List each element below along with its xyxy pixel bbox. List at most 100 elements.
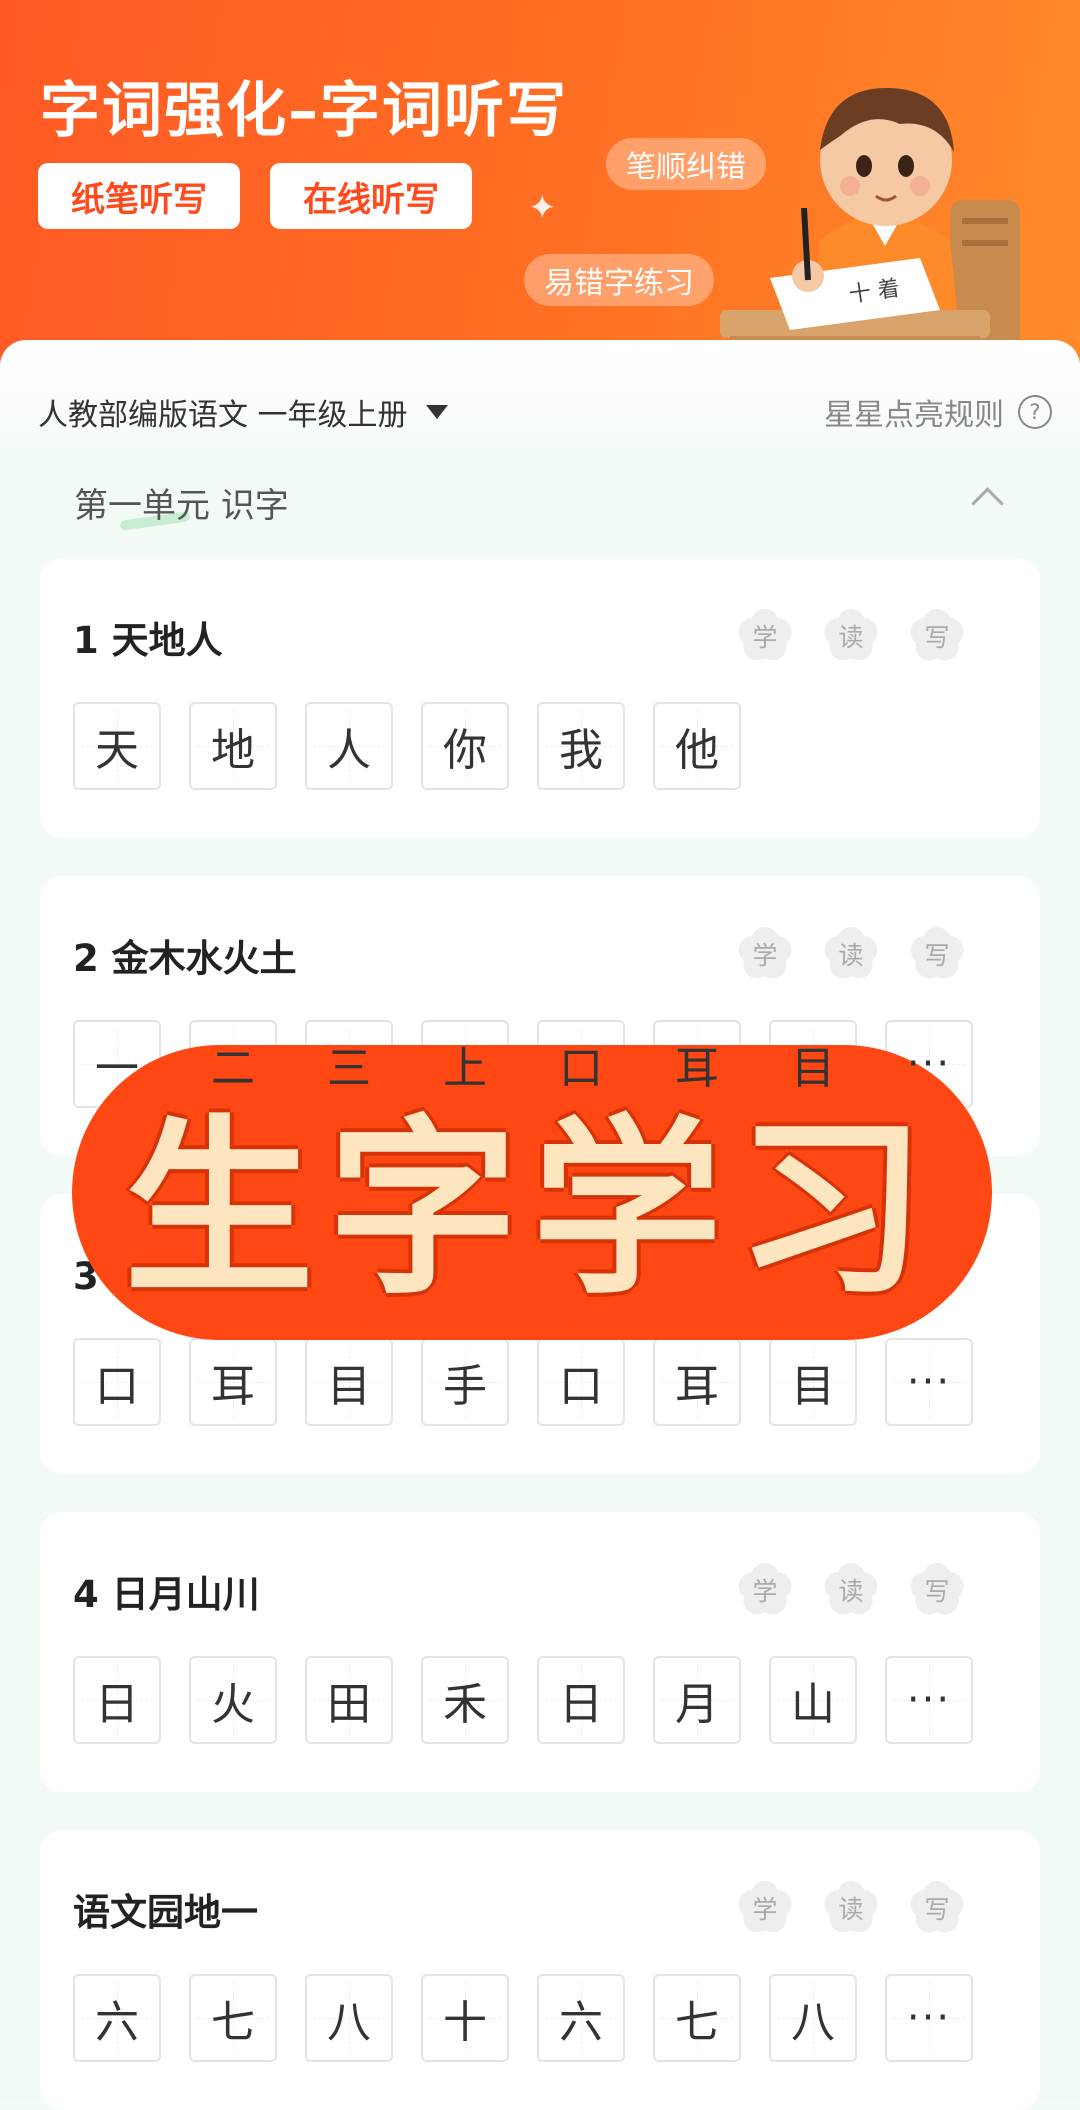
read-badge[interactable]: 读 [823, 1880, 879, 1936]
learn-badge[interactable]: 学 [737, 926, 793, 982]
char-tile[interactable]: 目 [305, 1338, 393, 1426]
write-badge[interactable]: 写 [909, 1880, 965, 1936]
char-tile[interactable]: 天 [73, 702, 161, 790]
char-tile[interactable]: 月 [653, 1656, 741, 1744]
char-tile[interactable]: 田 [305, 1656, 393, 1744]
badge-label: 读 [838, 1577, 864, 1606]
char-glyph: 七 [211, 1997, 255, 2048]
textbook-label: 人教部编版语文 一年级上册 [38, 398, 408, 433]
char-tile[interactable]: 八 [769, 1974, 857, 2062]
banner: 字词强化–字词听写 纸笔听写 在线听写 笔顺纠错 易错字练习 ✦ 十 着 [0, 0, 1080, 380]
char-list: 日 火 田 禾 日 月 山 ··· [73, 1656, 1001, 1744]
online-dictation-button[interactable]: 在线听写 [270, 163, 472, 229]
read-badge[interactable]: 读 [823, 926, 879, 982]
char-tile[interactable]: 耳 [653, 1338, 741, 1426]
char-tile[interactable]: 手 [421, 1338, 509, 1426]
char-tile[interactable]: 六 [73, 1974, 161, 2062]
help-icon: ? [1018, 395, 1052, 429]
char-glyph: 手 [443, 1361, 487, 1412]
write-badge[interactable]: 写 [909, 1562, 965, 1618]
char-glyph: 二 [211, 1043, 255, 1094]
char-glyph: 他 [675, 725, 719, 776]
lesson-card[interactable]: 语文园地一 学 读 写 六 七 八 十 六 七 八 ··· [40, 1830, 1040, 2110]
char-glyph: 我 [559, 725, 603, 776]
overlay-title: 生字学习 [123, 1097, 940, 1320]
char-tile[interactable]: 日 [537, 1656, 625, 1744]
char-glyph: 火 [211, 1679, 255, 1730]
more-chars-button[interactable]: ··· [885, 1338, 973, 1426]
badge-label: 写 [924, 941, 950, 970]
char-tile[interactable]: 口 [537, 1338, 625, 1426]
char-tile[interactable]: 山 [769, 1656, 857, 1744]
boy-writing-illustration: 十 着 [720, 87, 1020, 380]
char-tile[interactable]: 耳 [189, 1338, 277, 1426]
badge-label: 学 [752, 1895, 778, 1924]
char-tile[interactable]: 七 [189, 1974, 277, 2062]
char-tile[interactable]: 十 [421, 1974, 509, 2062]
char-glyph: 禾 [443, 1679, 487, 1730]
paper-dictation-button[interactable]: 纸笔听写 [38, 163, 240, 229]
learn-badge[interactable]: 学 [737, 1880, 793, 1936]
char-glyph: 耳 [675, 1043, 719, 1094]
char-glyph: 日 [95, 1679, 139, 1730]
char-glyph: 口 [559, 1043, 603, 1094]
lesson-title: 语文园地一 [73, 1891, 258, 1934]
char-tile[interactable]: 禾 [421, 1656, 509, 1744]
char-glyph: 八 [327, 1997, 371, 2048]
char-glyph: 目 [791, 1043, 835, 1094]
char-glyph: 六 [95, 1997, 139, 2048]
char-tile[interactable]: 八 [305, 1974, 393, 2062]
learn-badge[interactable]: 学 [737, 1562, 793, 1618]
read-badge[interactable]: 读 [823, 1562, 879, 1618]
char-glyph: 一 [95, 1043, 139, 1094]
lesson-card[interactable]: 1 天地人 学 读 写 天 地 人 你 我 他 [40, 558, 1040, 838]
char-tile[interactable]: 日 [73, 1656, 161, 1744]
char-tile[interactable]: 七 [653, 1974, 741, 2062]
badge-label: 学 [752, 623, 778, 652]
more-chars-button[interactable]: ··· [885, 1656, 973, 1744]
char-tile[interactable]: 你 [421, 702, 509, 790]
write-badge[interactable]: 写 [909, 608, 965, 664]
char-glyph: 目 [791, 1361, 835, 1412]
char-tile[interactable]: 我 [537, 702, 625, 790]
badge-label: 读 [838, 1895, 864, 1924]
textbook-selector[interactable]: 人教部编版语文 一年级上册 [38, 390, 448, 434]
badge-label: 写 [924, 1895, 950, 1924]
badge-label: 学 [752, 941, 778, 970]
char-glyph: 耳 [211, 1361, 255, 1412]
char-tile[interactable]: 目 [769, 1338, 857, 1426]
caret-down-icon [425, 405, 448, 419]
lesson-card[interactable]: 4 日月山川 学 读 写 日 火 田 禾 日 月 山 ··· [40, 1512, 1040, 1792]
char-glyph: 田 [327, 1679, 371, 1730]
char-tile[interactable]: 六 [537, 1974, 625, 2062]
char-glyph: 六 [559, 1997, 603, 2048]
char-glyph: 山 [791, 1679, 835, 1730]
char-glyph: 上 [443, 1043, 487, 1094]
learn-badge[interactable]: 学 [737, 608, 793, 664]
char-glyph: 你 [443, 725, 487, 776]
read-badge[interactable]: 读 [823, 608, 879, 664]
char-glyph: 月 [675, 1679, 719, 1730]
char-glyph: 耳 [675, 1361, 719, 1412]
char-list: 口 耳 目 手 口 耳 目 ··· [73, 1338, 1001, 1426]
star-rules-label: 星星点亮规则 [824, 398, 1004, 433]
more-icon: ··· [906, 1041, 952, 1087]
char-list: 六 七 八 十 六 七 八 ··· [73, 1974, 1001, 2062]
char-tile[interactable]: 人 [305, 702, 393, 790]
char-tile[interactable]: 他 [653, 702, 741, 790]
star-rules-link[interactable]: 星星点亮规则 ? [824, 390, 1052, 434]
char-tile[interactable]: 火 [189, 1656, 277, 1744]
write-badge[interactable]: 写 [909, 926, 965, 982]
char-glyph: 人 [327, 725, 371, 776]
lesson-title: 2 金木水火土 [73, 937, 297, 980]
badge-label: 读 [838, 623, 864, 652]
char-tile[interactable]: 地 [189, 702, 277, 790]
char-tile[interactable]: 口 [73, 1338, 161, 1426]
char-list: 天地人 你 我 他 [73, 702, 769, 790]
lesson-title: 4 日月山川 [73, 1573, 260, 1616]
char-glyph: 三 [327, 1043, 371, 1094]
badge-label: 写 [924, 1577, 950, 1606]
more-chars-button[interactable]: ··· [885, 1974, 973, 2062]
unit-title[interactable]: 第一单元 识字 [74, 478, 289, 527]
more-icon: ··· [906, 1995, 952, 2041]
